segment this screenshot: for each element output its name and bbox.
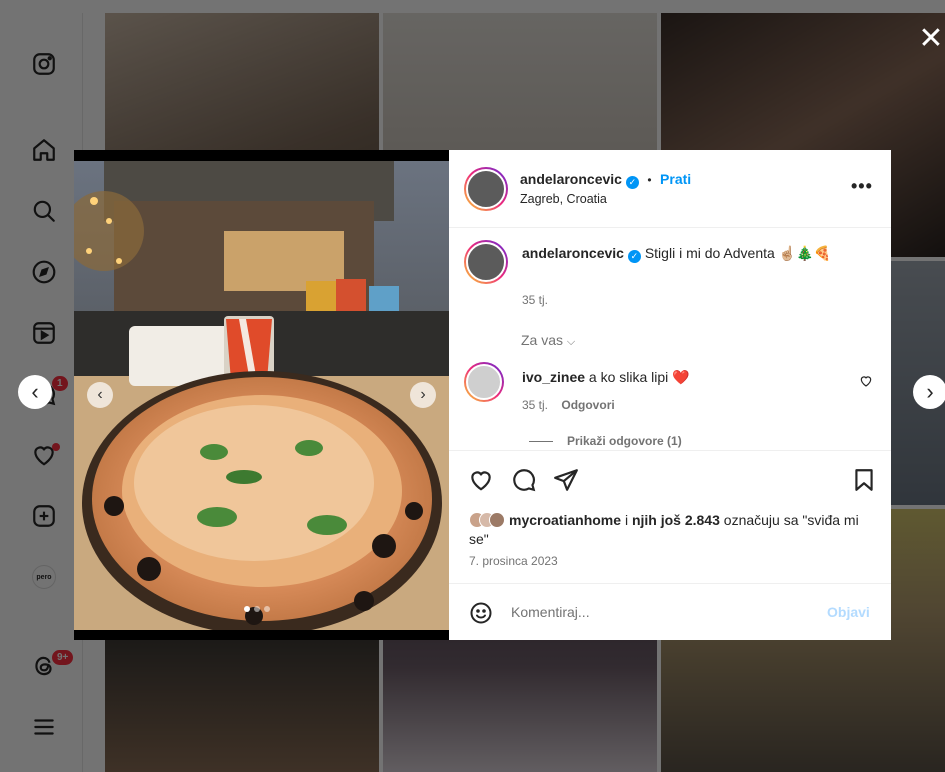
show-replies-label: Prikaži odgovore (1) [567,434,682,448]
carousel-indicator [244,606,270,612]
comment-time: 35 tj. [522,398,549,412]
post-header: andelaroncevic ✓ • Prati Zagreb, Croatia … [449,150,891,228]
liker-username[interactable]: mycroatianhome [509,512,621,528]
likes-summary: mycroatianhome i njih još 2.843 označuju… [469,511,879,549]
commenter-avatar[interactable] [464,362,504,402]
emoji-icon[interactable] [469,601,493,625]
for-you-label: Za vas [521,332,564,348]
photo-previous-button[interactable]: ‹ [87,382,113,408]
verified-icon: ✓ [625,176,639,189]
comment-like-icon[interactable] [859,374,873,388]
more-options-icon[interactable]: ••• [851,176,873,197]
verified-icon: ✓ [627,250,641,263]
carousel-dot [264,606,270,612]
comment-input[interactable] [511,599,811,625]
close-icon[interactable]: ✕ [918,24,944,54]
comments-section: andelaroncevic ✓ Stigli i mi do Adventa ☝… [449,228,891,450]
author-username[interactable]: andelaroncevic [520,171,622,187]
separator: • [647,173,652,187]
post-image [74,161,449,630]
post-comment-button[interactable]: Objavi [827,604,870,620]
save-icon[interactable] [851,467,877,493]
author-avatar[interactable] [464,240,508,284]
comment: ivo_zinee a ko slika lipi ❤️ [522,368,842,386]
carousel-dot [254,606,260,612]
next-post-button[interactable]: › [913,375,945,409]
follow-button[interactable]: Prati [660,171,691,187]
comment-meta: 35 tj. Odgovori [522,398,615,412]
carousel-dot [244,606,250,612]
like-icon[interactable] [468,467,494,493]
comment-text: a ko slika lipi ❤️ [588,369,690,385]
reply-button[interactable]: Odgovori [561,398,614,412]
author-avatar[interactable] [464,167,508,211]
likes-others[interactable]: njih još 2.843 [632,512,720,528]
caption-username[interactable]: andelaroncevic [522,245,624,261]
show-replies[interactable]: Prikaži odgovore (1) [529,434,682,448]
previous-post-button[interactable]: ‹ [18,375,52,409]
likes-and: i [624,512,629,528]
photo-next-button[interactable]: › [410,382,436,408]
caption: andelaroncevic ✓ Stigli i mi do Adventa ☝… [522,244,872,263]
share-icon[interactable] [553,467,579,493]
comment-composer: Objavi [449,583,891,640]
post-actions: mycroatianhome i njih još 2.843 označuju… [449,450,891,590]
caption-text: Stigli i mi do Adventa ☝🏼🎄🍕 [644,245,831,261]
caption-time: 35 tj. [522,293,549,307]
replies-line [529,441,553,442]
post-details-panel: andelaroncevic ✓ • Prati Zagreb, Croatia … [449,150,891,640]
liker-avatars [469,511,505,530]
post-date: 7. prosinca 2023 [469,554,558,568]
for-you-section[interactable]: Za vas ⌵ [521,332,575,349]
chevron-down-icon: ⌵ [566,336,576,348]
post-modal: ‹ › andelaroncevic ✓ • Prati Zagreb, Croa… [74,150,891,640]
commenter-username[interactable]: ivo_zinee [522,369,585,385]
post-photo[interactable]: ‹ › [74,150,449,640]
post-location[interactable]: Zagreb, Croatia [520,192,607,206]
comment-icon[interactable] [511,467,537,493]
